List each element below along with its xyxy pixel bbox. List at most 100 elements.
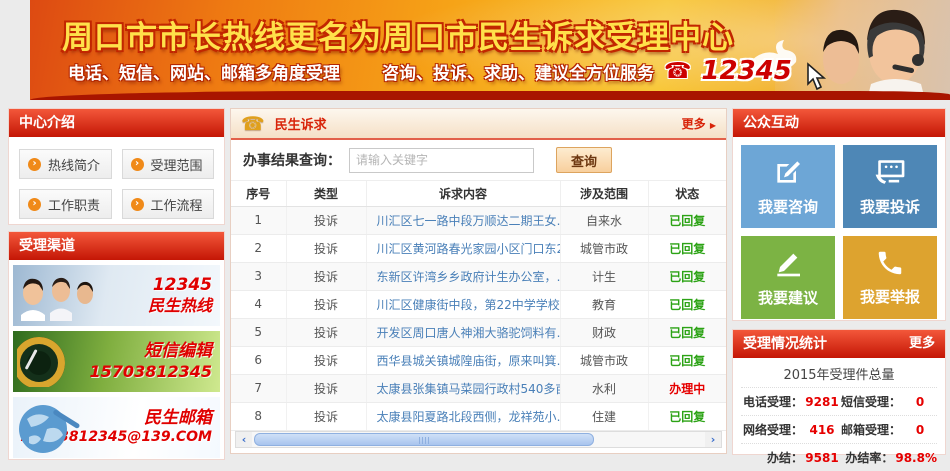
acceptance-scope-button[interactable]: › 受理范围 (122, 149, 215, 179)
table-row: 3 投诉 东新区许湾乡乡政府计生办公室，… 计生 已回复 (231, 262, 726, 290)
col-scope: 涉及范围 (560, 181, 648, 206)
suggest-tile[interactable]: 我要建议 (741, 236, 835, 319)
appeal-link[interactable]: 太康县张集镇马菜园行政村540多亩… (377, 382, 561, 396)
hotline-number: 12345 (701, 56, 791, 86)
table-header-row: 序号 类型 诉求内容 涉及范围 状态 (231, 181, 726, 206)
operators-illustration (17, 271, 95, 321)
close-rate-label: 办结率： (845, 449, 893, 466)
arrow-dot-icon: › (131, 198, 144, 211)
appeal-link[interactable]: 西华县城关镇城隍庙街，原来叫箕… (377, 354, 561, 368)
channels-title: 受理渠道 (19, 232, 75, 260)
arrow-dot-icon: › (28, 158, 41, 171)
channels-header: 受理渠道 (9, 232, 224, 260)
work-flow-label: 工作流程 (151, 195, 203, 214)
table-row: 1 投诉 川汇区七一路中段万顺达二期王女… 自来水 已回复 (231, 206, 726, 234)
mail-accepted-label: 邮箱受理： (841, 421, 901, 438)
mail-banner-label: 民生邮箱 (144, 408, 212, 429)
closed-value: 9581 (805, 451, 839, 465)
hotline-intro-button[interactable]: › 热线简介 (19, 149, 112, 179)
statistics-header: 受理情况统计 更多 (733, 330, 945, 358)
appeal-link[interactable]: 川汇区七一路中段万顺达二期王女… (377, 214, 561, 228)
status-badge: 已回复 (669, 326, 705, 340)
public-interaction-panel: 公众互动 我要咨询 我要投诉 我要建议 (732, 108, 946, 321)
scroll-left-arrow[interactable]: ‹ (236, 432, 252, 447)
arrow-dot-icon: › (28, 198, 41, 211)
result-search-bar: 办事结果查询： 查询 (231, 140, 726, 181)
work-flow-button[interactable]: › 工作流程 (122, 189, 215, 219)
search-button[interactable]: 查询 (556, 147, 612, 173)
appeals-panel: ☎ 民生诉求 更多 ▶ 办事结果查询： 查询 序号 类型 诉求内容 涉及范围 状… (230, 108, 727, 454)
scrollbar-track[interactable] (252, 432, 705, 447)
banner-subtitle: 电话、短信、网站、邮箱多角度受理 咨询、投诉、求助、建议全方位服务 ☎ 1234… (68, 56, 792, 86)
status-badge: 已回复 (669, 298, 705, 312)
hotline-banner-label: 民生热线 (148, 296, 212, 316)
consult-tile[interactable]: 我要咨询 (741, 145, 835, 228)
appeals-table: 序号 类型 诉求内容 涉及范围 状态 1 投诉 川汇区七一路中段万顺达二期王女…… (231, 181, 726, 431)
web-accepted-label: 网络受理： (743, 421, 803, 438)
appeal-link[interactable]: 开发区周口唐人神湘大骆驼饲料有… (377, 326, 561, 340)
scroll-right-arrow[interactable]: › (705, 432, 721, 447)
banner-title: 周口市市长热线更名为周口市民生诉求受理中心 (62, 12, 734, 57)
pencil-icon (772, 247, 804, 279)
keyword-input[interactable] (349, 148, 534, 173)
compass-illustration (17, 337, 87, 387)
status-badge: 已回复 (669, 354, 705, 368)
appeals-more-link[interactable]: 更多 ▶ (682, 115, 716, 132)
appeal-link[interactable]: 东新区许湾乡乡政府计生办公室，… (377, 270, 561, 284)
search-label: 办事结果查询： (243, 150, 341, 170)
phone-handset-icon (875, 248, 905, 278)
table-row: 8 投诉 太康县阳夏路北段西侧，龙祥苑小… 住建 已回复 (231, 402, 726, 430)
statistics-more-link[interactable]: 更多 (909, 330, 935, 358)
center-intro-header: 中心介绍 (9, 109, 224, 137)
col-no: 序号 (231, 181, 286, 206)
hotline-banner-number: 12345 (153, 275, 212, 296)
web-accepted-value: 416 (805, 423, 839, 437)
telephone-icon: ☎ (664, 59, 691, 84)
report-tile[interactable]: 我要举报 (843, 236, 937, 319)
appeal-link[interactable]: 太康县阳夏路北段西侧，龙祥苑小… (377, 410, 561, 424)
table-row: 5 投诉 开发区周口唐人神湘大骆驼饲料有… 财政 已回复 (231, 318, 726, 346)
col-content: 诉求内容 (366, 181, 560, 206)
statistics-panel: 受理情况统计 更多 2015年受理件总量 电话受理： 9281 短信受理： 0 … (732, 329, 946, 455)
mail-accepted-value: 0 (903, 423, 937, 437)
phone-accepted-value: 9281 (805, 395, 839, 409)
sms-accepted-value: 0 (903, 395, 937, 409)
top-banner: 周口市市长热线更名为周口市民生诉求受理中心 电话、短信、网站、邮箱多角度受理 咨… (30, 0, 950, 100)
hand-cursor-icon (798, 62, 832, 92)
status-badge: 办理中 (669, 382, 705, 396)
table-row: 4 投诉 川汇区健康街中段，第22中学学校… 教育 已回复 (231, 290, 726, 318)
suggest-tile-label: 我要建议 (758, 287, 818, 308)
sms-channel-banner[interactable]: 短信编辑 15703812345 (13, 331, 220, 392)
table-row: 7 投诉 太康县张集镇马菜园行政村540多亩… 水利 办理中 (231, 374, 726, 402)
phone-accepted-label: 电话受理： (743, 393, 803, 410)
work-duty-label: 工作职责 (48, 195, 100, 214)
appeals-header: ☎ 民生诉求 更多 ▶ (231, 109, 726, 140)
mail-channel-banner[interactable]: 民生邮箱 15703812345@139.COM (13, 397, 220, 458)
computer-icon (873, 156, 907, 188)
stats-row: 电话受理： 9281 短信受理： 0 (741, 387, 937, 415)
complain-tile[interactable]: 我要投诉 (843, 145, 937, 228)
appeal-link[interactable]: 川汇区健康街中段，第22中学学校… (377, 298, 561, 312)
appeal-link[interactable]: 川汇区黄河路春光家园小区门口东2… (377, 242, 561, 256)
sms-banner-label: 短信编辑 (144, 341, 212, 362)
public-interaction-header: 公众互动 (733, 109, 945, 137)
hotline-intro-label: 热线简介 (48, 155, 100, 174)
stats-row: 办结： 9581 办结率： 98.8% (741, 443, 937, 471)
close-rate-value: 98.8% (895, 451, 937, 465)
hotline-channel-banner[interactable]: 12345 民生热线 (13, 265, 220, 326)
center-intro-title: 中心介绍 (19, 109, 75, 137)
globe-illustration (17, 403, 87, 455)
complain-tile-label: 我要投诉 (860, 196, 920, 217)
status-badge: 已回复 (669, 270, 705, 284)
banner-subtitle-left: 电话、短信、网站、邮箱多角度受理 (68, 59, 340, 84)
status-badge: 已回复 (669, 410, 705, 424)
table-row: 2 投诉 川汇区黄河路春光家园小区门口东2… 城管市政 已回复 (231, 234, 726, 262)
edit-square-icon (772, 156, 804, 188)
arrow-dot-icon: › (131, 158, 144, 171)
work-duty-button[interactable]: › 工作职责 (19, 189, 112, 219)
report-tile-label: 我要举报 (860, 286, 920, 307)
scrollbar-thumb[interactable] (254, 433, 594, 446)
sms-banner-number: 15703812345 (90, 362, 212, 382)
gold-telephone-icon: ☎ (241, 113, 265, 135)
sms-accepted-label: 短信受理： (841, 393, 901, 410)
